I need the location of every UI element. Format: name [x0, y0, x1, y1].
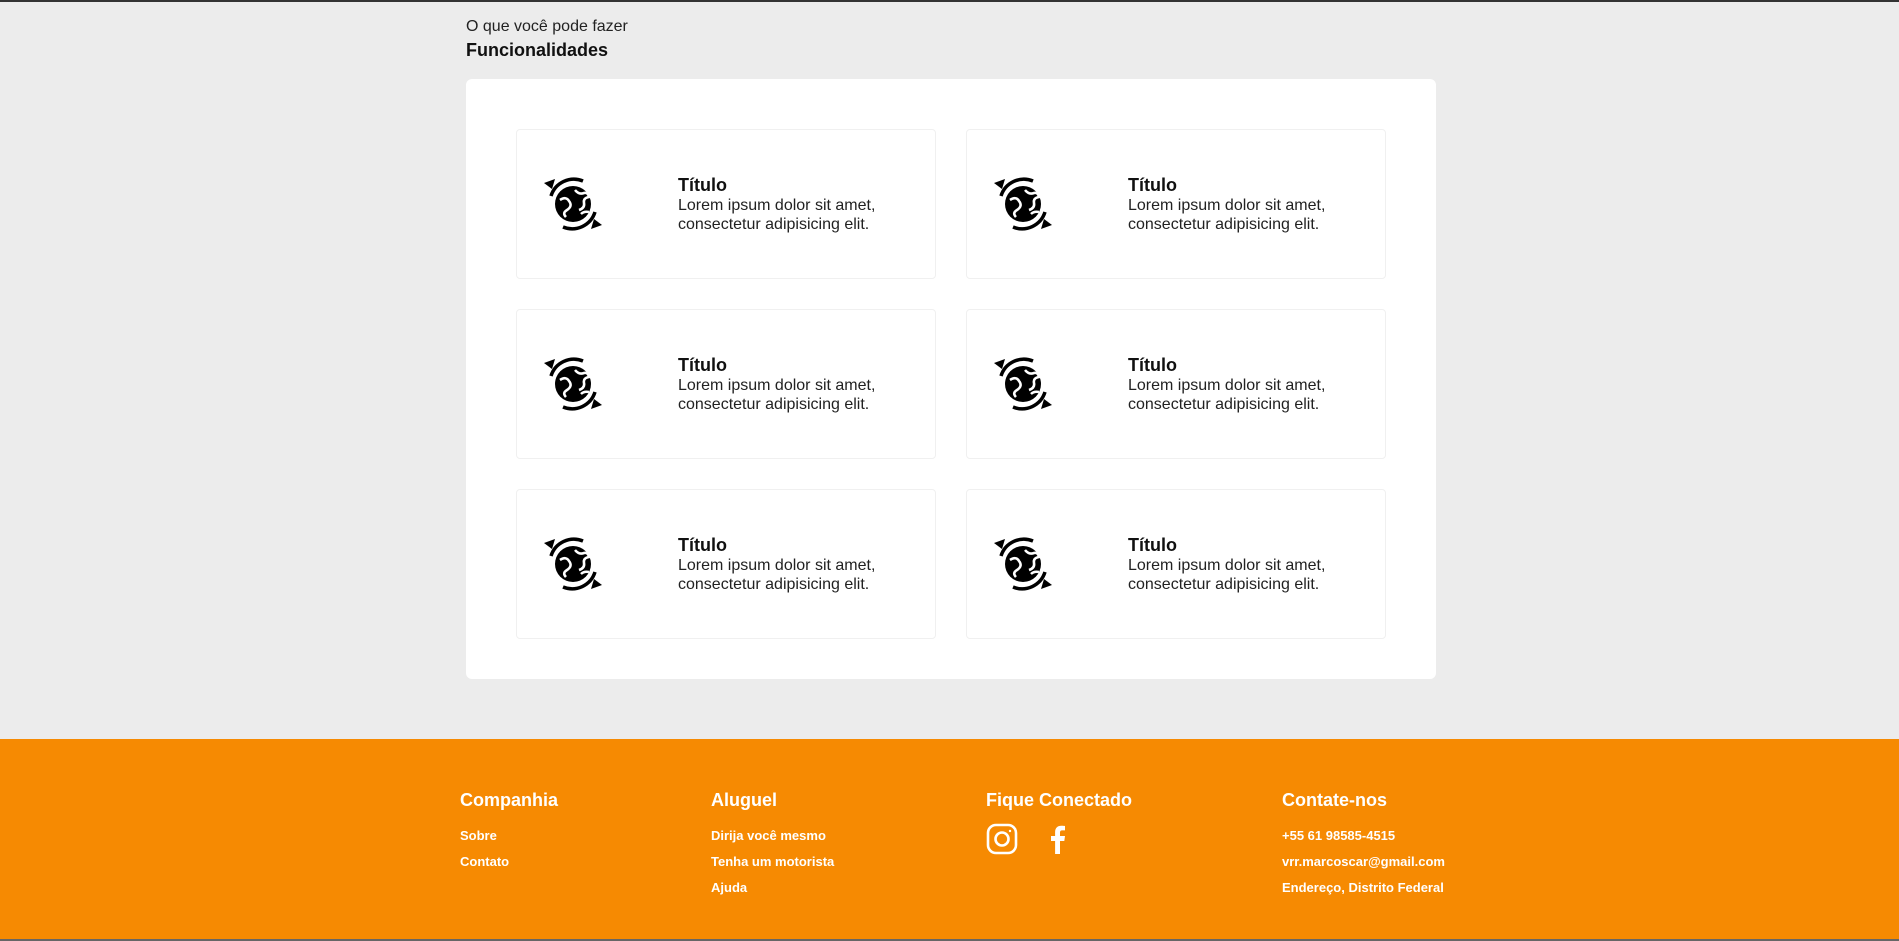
features-panel: Título Lorem ipsum dolor sit amet, conse…	[466, 79, 1436, 679]
site-footer: Companhia Sobre Contato Aluguel Dirija v…	[0, 739, 1899, 941]
feature-description: Lorem ipsum dolor sit amet, consectetur …	[1128, 197, 1326, 233]
footer-heading: Contate-nos	[1282, 790, 1387, 810]
footer-link-dirija[interactable]: Dirija você mesmo	[711, 823, 834, 849]
feature-card: Título Lorem ipsum dolor sit amet, conse…	[966, 309, 1386, 459]
footer-heading: Companhia	[460, 790, 559, 810]
globe-sync-icon	[539, 530, 607, 598]
footer-phone[interactable]: +55 61 98585-4515	[1282, 823, 1445, 849]
feature-card: Título Lorem ipsum dolor sit amet, conse…	[966, 129, 1386, 279]
features-grid: Título Lorem ipsum dolor sit amet, conse…	[516, 129, 1386, 639]
footer-link-motorista[interactable]: Tenha um motorista	[711, 849, 834, 875]
feature-description: Lorem ipsum dolor sit amet, consectetur …	[1128, 557, 1326, 593]
feature-text: Título Lorem ipsum dolor sit amet, conse…	[678, 174, 908, 234]
feature-description: Lorem ipsum dolor sit amet, consectetur …	[678, 377, 876, 413]
feature-title: Título	[1128, 175, 1177, 195]
feature-card: Título Lorem ipsum dolor sit amet, conse…	[516, 309, 936, 459]
social-links	[986, 823, 1132, 855]
section-heading: Funcionalidades	[466, 40, 609, 60]
footer-email[interactable]: vrr.marcoscar@gmail.com	[1282, 849, 1445, 875]
feature-text: Título Lorem ipsum dolor sit amet, conse…	[678, 354, 908, 414]
feature-text: Título Lorem ipsum dolor sit amet, conse…	[1128, 534, 1358, 594]
top-border	[0, 0, 1899, 2]
section-eyebrow: O que você pode fazer	[466, 18, 628, 35]
feature-text: Título Lorem ipsum dolor sit amet, conse…	[1128, 174, 1358, 234]
footer-heading: Aluguel	[711, 790, 777, 810]
feature-description: Lorem ipsum dolor sit amet, consectetur …	[1128, 377, 1326, 413]
footer-link-contato[interactable]: Contato	[460, 849, 558, 875]
footer-heading: Fique Conectado	[986, 790, 1133, 810]
section-header: O que você pode fazer Funcionalidades	[466, 17, 628, 62]
globe-sync-icon	[539, 350, 607, 418]
globe-sync-icon	[989, 530, 1057, 598]
footer-link-sobre[interactable]: Sobre	[460, 823, 558, 849]
footer-col-aluguel: Aluguel Dirija você mesmo Tenha um motor…	[711, 789, 834, 901]
feature-card: Título Lorem ipsum dolor sit amet, conse…	[516, 489, 936, 639]
feature-title: Título	[678, 535, 727, 555]
instagram-icon[interactable]	[986, 823, 1018, 855]
feature-description: Lorem ipsum dolor sit amet, consectetur …	[678, 197, 876, 233]
footer-col-companhia: Companhia Sobre Contato	[460, 789, 558, 875]
globe-sync-icon	[989, 350, 1057, 418]
feature-title: Título	[1128, 535, 1177, 555]
feature-description: Lorem ipsum dolor sit amet, consectetur …	[678, 557, 876, 593]
feature-text: Título Lorem ipsum dolor sit amet, conse…	[678, 534, 908, 594]
globe-sync-icon	[539, 170, 607, 238]
footer-link-ajuda[interactable]: Ajuda	[711, 875, 834, 901]
footer-col-contato: Contate-nos +55 61 98585-4515 vrr.marcos…	[1282, 789, 1445, 901]
footer-address: Endereço, Distrito Federal	[1282, 880, 1444, 895]
feature-title: Título	[678, 355, 727, 375]
facebook-icon[interactable]	[1042, 823, 1074, 855]
globe-sync-icon	[989, 170, 1057, 238]
feature-card: Título Lorem ipsum dolor sit amet, conse…	[966, 489, 1386, 639]
feature-card: Título Lorem ipsum dolor sit amet, conse…	[516, 129, 936, 279]
feature-title: Título	[1128, 355, 1177, 375]
footer-col-social: Fique Conectado	[986, 789, 1132, 855]
feature-text: Título Lorem ipsum dolor sit amet, conse…	[1128, 354, 1358, 414]
feature-title: Título	[678, 175, 727, 195]
